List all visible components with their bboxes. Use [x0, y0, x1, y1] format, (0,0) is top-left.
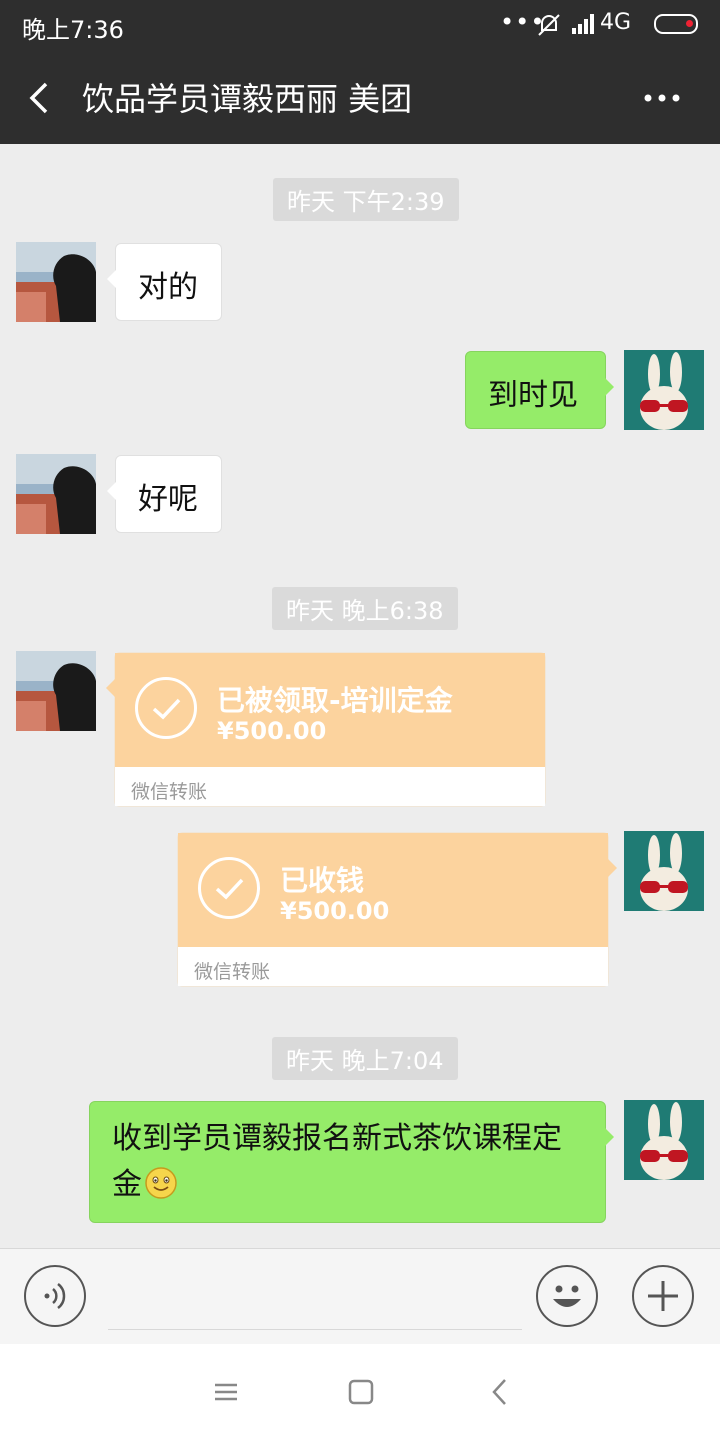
mute-icon	[536, 12, 562, 42]
timestamp: 昨天 下午2:39	[273, 178, 459, 221]
smile-emoji-icon	[144, 1166, 178, 1214]
transfer-label: 微信转账	[131, 781, 208, 803]
check-icon	[198, 857, 260, 919]
status-bar: 晚上7:36 ••• 4G	[0, 0, 720, 50]
more-icon[interactable]	[640, 78, 684, 118]
timestamp: 昨天 晚上7:04	[272, 1037, 458, 1080]
home-icon[interactable]	[339, 1370, 383, 1414]
message-text: 收到学员谭毅报名新式茶饮课程定	[112, 1121, 562, 1156]
input-bar	[0, 1248, 720, 1345]
voice-icon[interactable]	[24, 1265, 86, 1327]
transfer-title: 已收钱	[280, 864, 365, 897]
message-bubble[interactable]: 好呢	[107, 455, 222, 533]
message-bubble[interactable]: 到时见	[465, 351, 614, 429]
transfer-title: 已被领取-培训定金	[217, 684, 453, 717]
contact-avatar[interactable]	[16, 242, 96, 322]
chat-title: 饮品学员谭毅西丽 美团	[82, 80, 413, 118]
check-icon	[135, 677, 197, 739]
emoji-icon[interactable]	[536, 1265, 598, 1327]
my-avatar[interactable]	[624, 350, 704, 430]
back-arrow-icon[interactable]	[22, 76, 62, 120]
message-bubble[interactable]: 对的	[107, 243, 222, 321]
message-text: 到时见	[488, 378, 578, 413]
transfer-amount: ¥500.00	[280, 897, 390, 925]
message-input[interactable]	[108, 1265, 522, 1330]
transfer-card[interactable]: 已被领取-培训定金 ¥500.00 微信转账	[106, 652, 546, 807]
timestamp: 昨天 晚上6:38	[272, 587, 458, 630]
contact-avatar[interactable]	[16, 454, 96, 534]
message-text: 好呢	[138, 482, 198, 517]
battery-icon	[654, 14, 698, 34]
system-navigation-bar	[0, 1344, 720, 1440]
back-icon[interactable]	[478, 1370, 522, 1414]
transfer-amount: ¥500.00	[217, 717, 327, 745]
message-bubble[interactable]: 收到学员谭毅报名新式茶饮课程定 金	[89, 1101, 614, 1223]
contact-avatar[interactable]	[16, 651, 96, 731]
message-text: 金	[112, 1167, 142, 1202]
menu-icon[interactable]	[204, 1370, 248, 1414]
signal-icon	[570, 12, 596, 40]
network-type: 4G	[600, 10, 632, 35]
my-avatar[interactable]	[624, 1100, 704, 1180]
transfer-card[interactable]: 已收钱 ¥500.00 微信转账	[177, 832, 617, 987]
chat-header: 饮品学员谭毅西丽 美团	[0, 50, 720, 144]
transfer-label: 微信转账	[194, 961, 271, 983]
my-avatar[interactable]	[624, 831, 704, 911]
plus-icon[interactable]	[632, 1265, 694, 1327]
status-time: 晚上7:36	[22, 16, 124, 44]
message-text: 对的	[138, 270, 198, 305]
